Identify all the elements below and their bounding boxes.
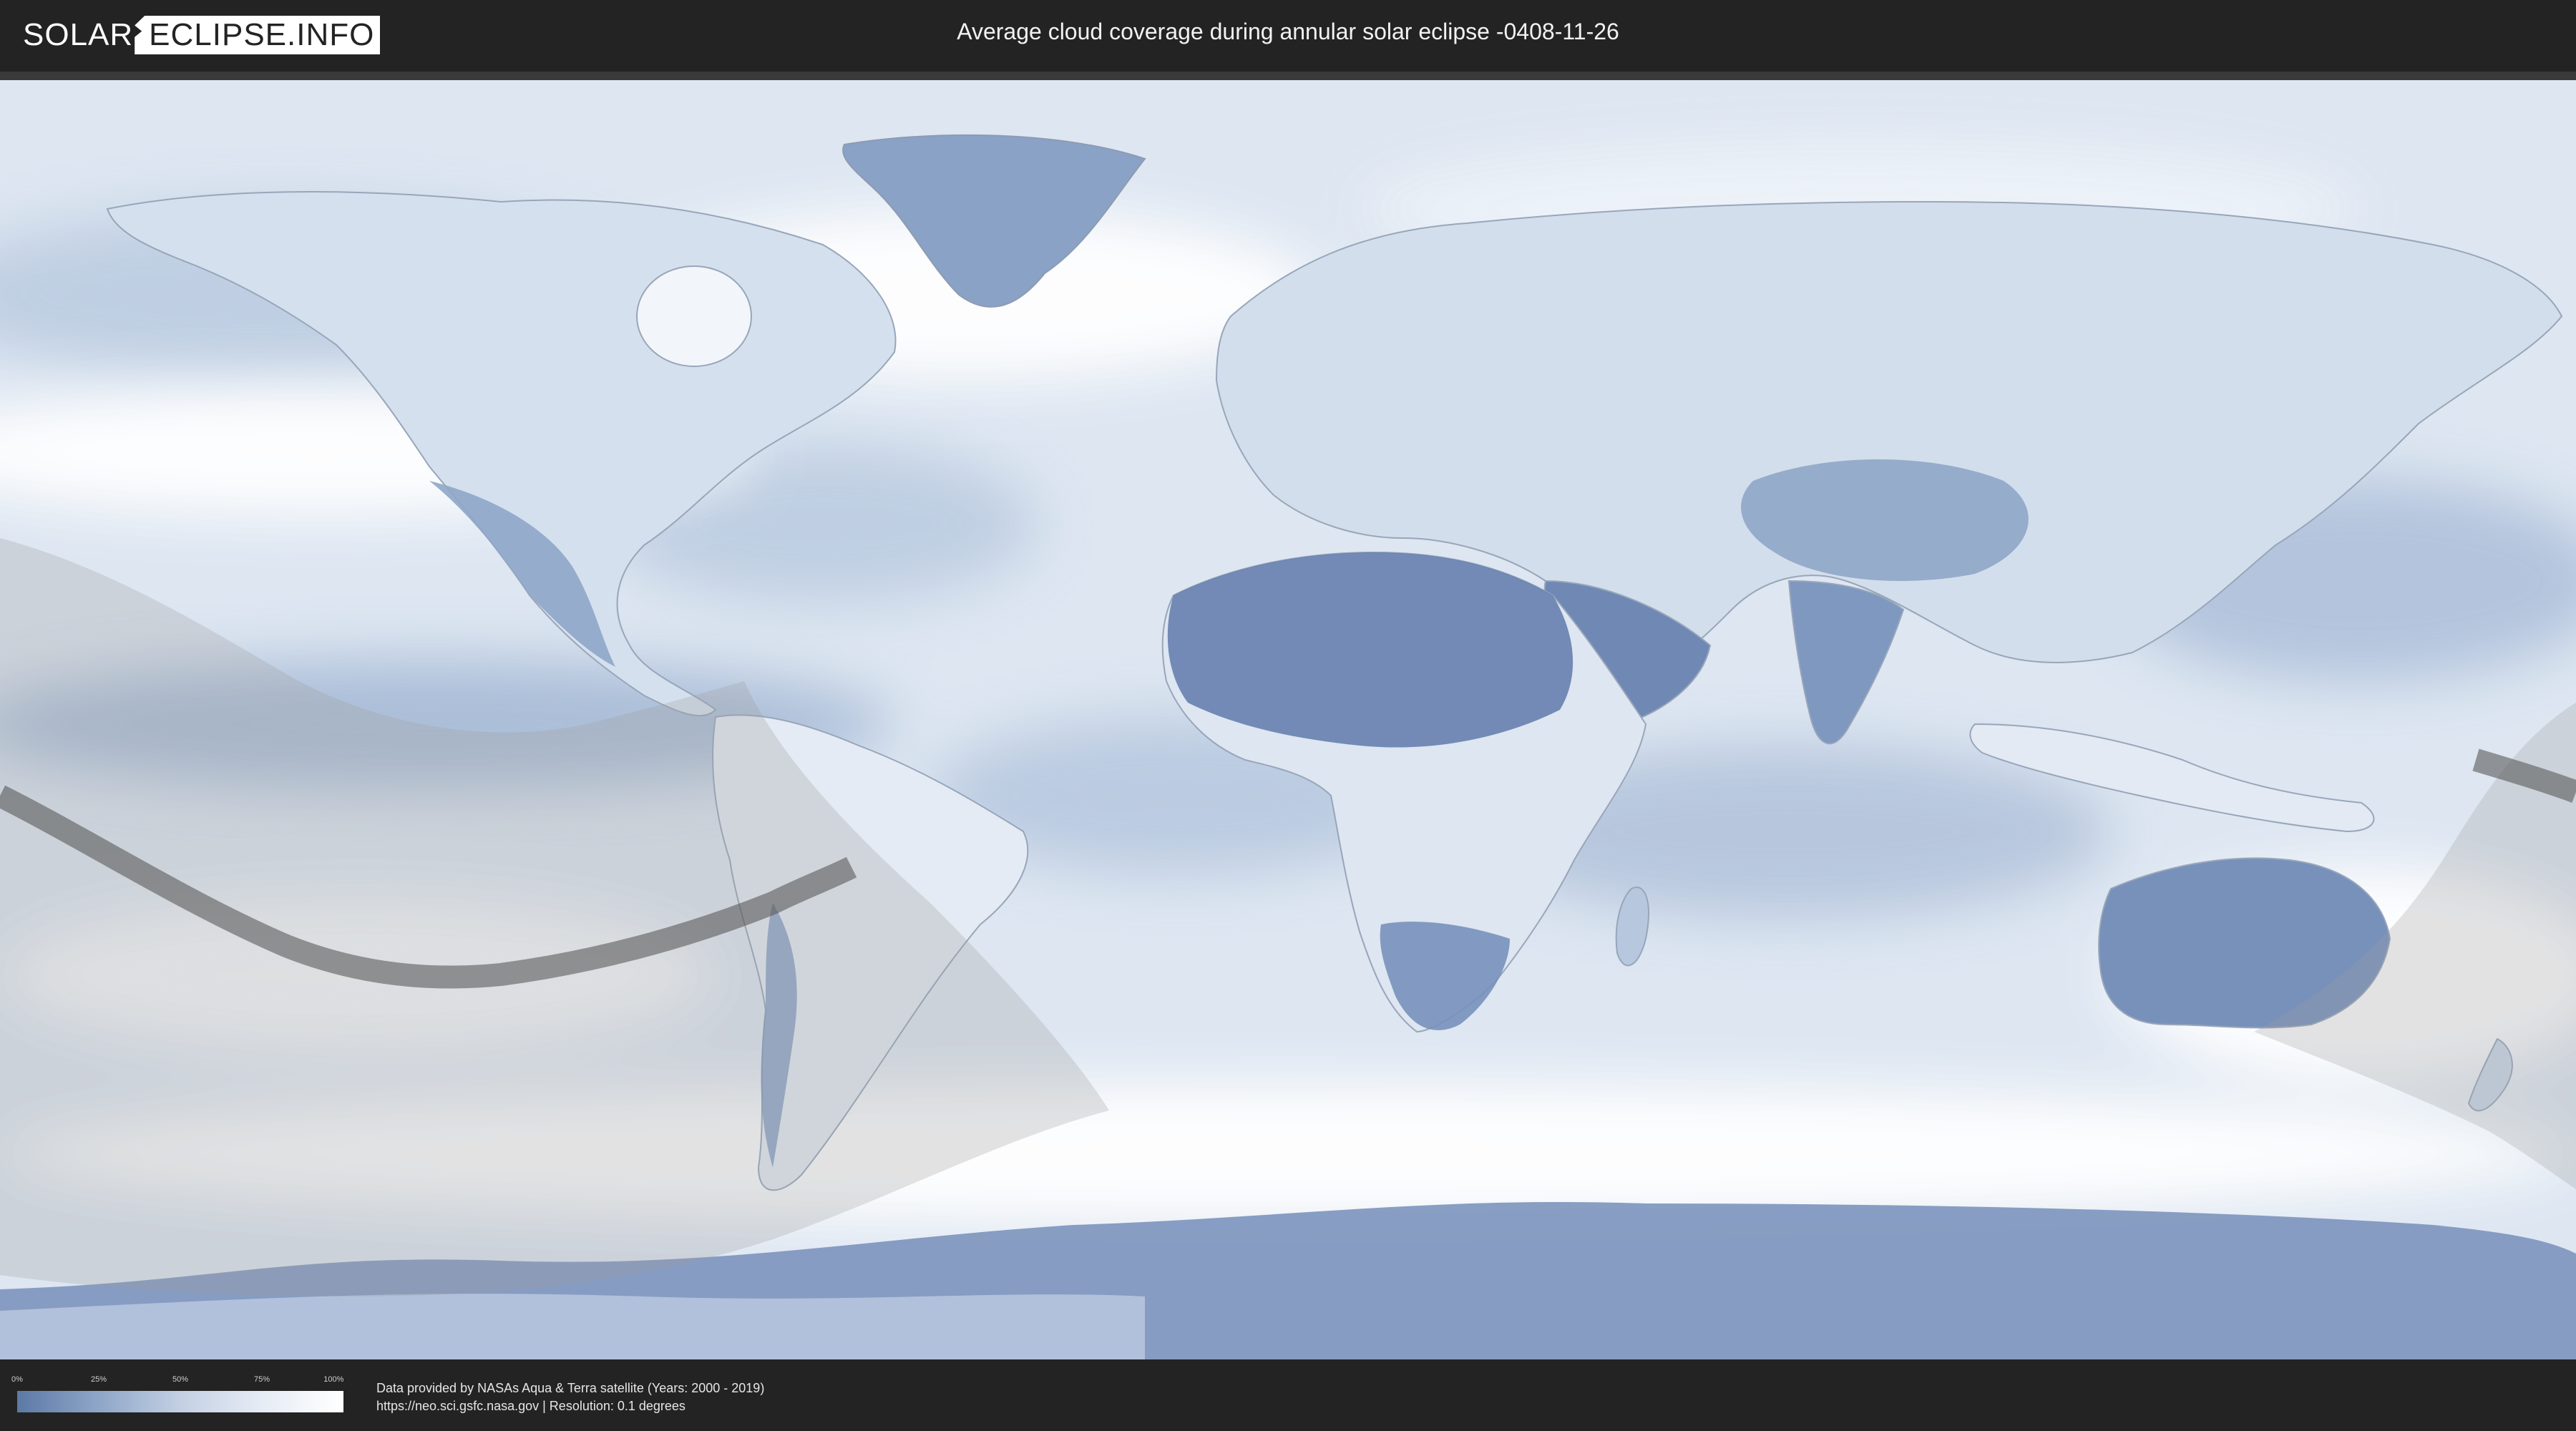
legend-tick-100: 100% (323, 1375, 344, 1384)
cloud-coverage-map[interactable] (0, 80, 2576, 1359)
credits-line-1: Data provided by NASAs Aqua & Terra sate… (376, 1381, 765, 1395)
credits-line-2[interactable]: https://neo.sci.gsfc.nasa.gov | Resoluti… (376, 1397, 764, 1415)
hudson-bay (636, 265, 752, 367)
page-title: Average cloud coverage during annular so… (957, 19, 1619, 44)
legend-tick-0: 0% (11, 1375, 23, 1384)
legend-tick-75: 75% (253, 1375, 270, 1384)
cloud-coverage-legend: 0% 25% 50% 75% 100% (11, 1375, 344, 1418)
legend-tick-25: 25% (90, 1375, 107, 1384)
logo-text-solar: SOLAR (23, 17, 134, 52)
logo-text-eclipse-info: ECLIPSE.INFO (135, 16, 381, 54)
site-logo[interactable]: SOLAR ECLIPSE.INFO (23, 16, 381, 54)
map-frame (0, 72, 2576, 1359)
region-sahara (1167, 552, 1574, 748)
page: SOLAR ECLIPSE.INFO Average cloud coverag… (0, 0, 2576, 1431)
footer: 0% 25% 50% 75% 100% Data provided by NAS… (0, 1359, 2576, 1431)
legend-tick-50: 50% (172, 1375, 189, 1384)
data-credits: Data provided by NASAs Aqua & Terra sate… (376, 1379, 764, 1415)
header: SOLAR ECLIPSE.INFO Average cloud coverag… (0, 0, 2576, 72)
legend-color-bar (17, 1391, 343, 1412)
antarctica-ice-cloud (0, 1294, 1145, 1359)
